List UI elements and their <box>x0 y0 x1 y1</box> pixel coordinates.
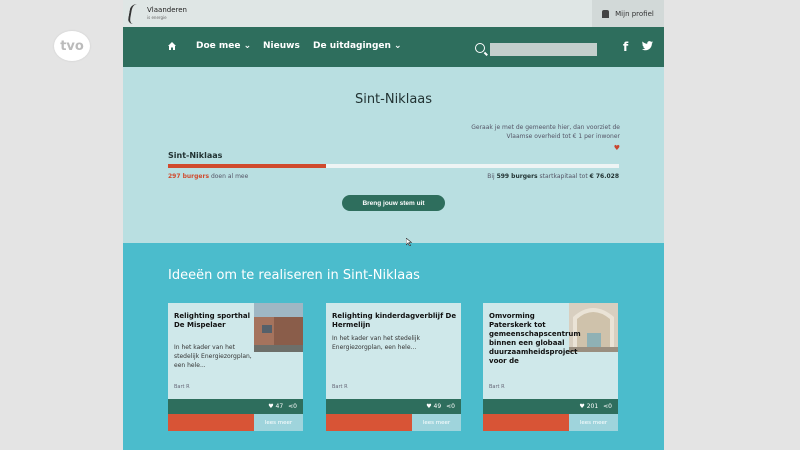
idea-stats-bar: ♥ 49 ⋖0 <box>326 399 461 414</box>
idea-card[interactable]: Relighting kinderdagverblijf De Hermelij… <box>326 303 461 431</box>
vlaanderen-logo[interactable]: Vlaanderen is energie <box>127 4 187 24</box>
hero-section: Sint-Niklaas Geraak je met de gemeente h… <box>123 67 664 243</box>
shares[interactable]: ⋖0 <box>446 403 455 410</box>
idea-stats-bar: ♥ 201 ⋖0 <box>483 399 618 414</box>
progress-fill <box>168 164 326 168</box>
page-title: Sint-Niklaas <box>354 92 433 107</box>
paterskerk-photo <box>569 303 618 352</box>
participation-progress-bar <box>168 164 619 168</box>
idea-stats-bar: ♥ 47 ⋖0 <box>168 399 303 414</box>
my-profile-button[interactable]: Mijn profiel <box>592 0 664 27</box>
idea-title: Relighting sporthal De Mispelaer <box>174 312 250 329</box>
idea-author: Bart R <box>489 384 505 390</box>
mouse-cursor-icon <box>406 238 412 246</box>
left-margin <box>0 0 123 450</box>
search-icon[interactable] <box>475 43 485 53</box>
idea-card[interactable]: Omvorming Paterskerk tot gemeenschapscen… <box>483 303 618 431</box>
lion-logo-icon <box>127 4 143 24</box>
idea-text: In het kader van het stedelijk Energiezo… <box>332 335 420 351</box>
shares[interactable]: ⋖0 <box>288 403 297 410</box>
idea-text: In het kader van het stedelijk Energiezo… <box>174 344 252 369</box>
user-icon <box>602 9 610 18</box>
nav-doe-mee[interactable]: Doe mee ⌄ <box>196 41 251 51</box>
logo-text: Vlaanderen <box>147 6 187 14</box>
heart-icon: ♥ <box>579 403 587 410</box>
website: Vlaanderen is energie Mijn profiel Doe m… <box>123 0 664 450</box>
likes[interactable]: ♥ 49 <box>426 403 441 410</box>
idea-card[interactable]: Relighting sporthal De Mispelaer In het … <box>168 303 303 431</box>
sporthal-photo <box>254 303 303 352</box>
start-capital-info: Bij 599 burgers startkapitaal tot € 76.0… <box>487 173 619 180</box>
main-nav: Doe mee ⌄ Nieuws De uitdagingen ⌄ f <box>123 27 664 67</box>
idea-title: Omvorming Paterskerk tot gemeenschapscen… <box>489 312 581 365</box>
chevron-down-icon: ⌄ <box>243 41 252 51</box>
nav-de-uitdagingen[interactable]: De uitdagingen ⌄ <box>313 41 402 51</box>
heart-icon: ♥ <box>426 403 434 410</box>
idea-vote-bar[interactable] <box>326 414 412 431</box>
search-input[interactable] <box>490 43 597 56</box>
idea-vote-bar[interactable] <box>483 414 569 431</box>
idea-author: Bart R <box>332 384 348 390</box>
participants-count: 297 burgers doen al mee <box>168 173 249 180</box>
idea-title: Relighting kinderdagverblijf De Hermelij… <box>332 312 457 329</box>
idea-author: Bart R <box>174 384 190 390</box>
vote-button[interactable]: Breng jouw stem uit <box>342 195 445 211</box>
home-icon[interactable] <box>168 42 176 50</box>
idea-vote-bar[interactable] <box>168 414 254 431</box>
facebook-icon[interactable]: f <box>623 40 628 54</box>
chevron-down-icon: ⌄ <box>394 41 402 51</box>
top-bar: Vlaanderen is energie Mijn profiel <box>123 0 664 27</box>
profile-label: Mijn profiel <box>615 9 654 18</box>
ideas-heading: Ideeën om te realiseren in Sint-Niklaas <box>168 268 420 283</box>
likes[interactable]: ♥ 201 <box>579 403 598 410</box>
twitter-icon[interactable] <box>642 41 653 51</box>
logo-subtitle: is energie <box>147 15 167 20</box>
likes[interactable]: ♥ 47 <box>268 403 283 410</box>
funding-note: Geraak je met de gemeente hier, dan voor… <box>471 124 620 140</box>
tvo-watermark: tvo <box>54 31 90 61</box>
read-more-button[interactable]: lees meer <box>569 414 618 431</box>
city-label: Sint-Niklaas <box>168 151 223 160</box>
read-more-button[interactable]: lees meer <box>254 414 303 431</box>
shares[interactable]: ⋖0 <box>603 403 612 410</box>
heart-icon: ♥ <box>268 403 276 410</box>
read-more-button[interactable]: lees meer <box>412 414 461 431</box>
heart-icon: ♥ <box>613 144 620 152</box>
nav-nieuws[interactable]: Nieuws <box>263 41 300 51</box>
right-margin <box>664 0 800 450</box>
